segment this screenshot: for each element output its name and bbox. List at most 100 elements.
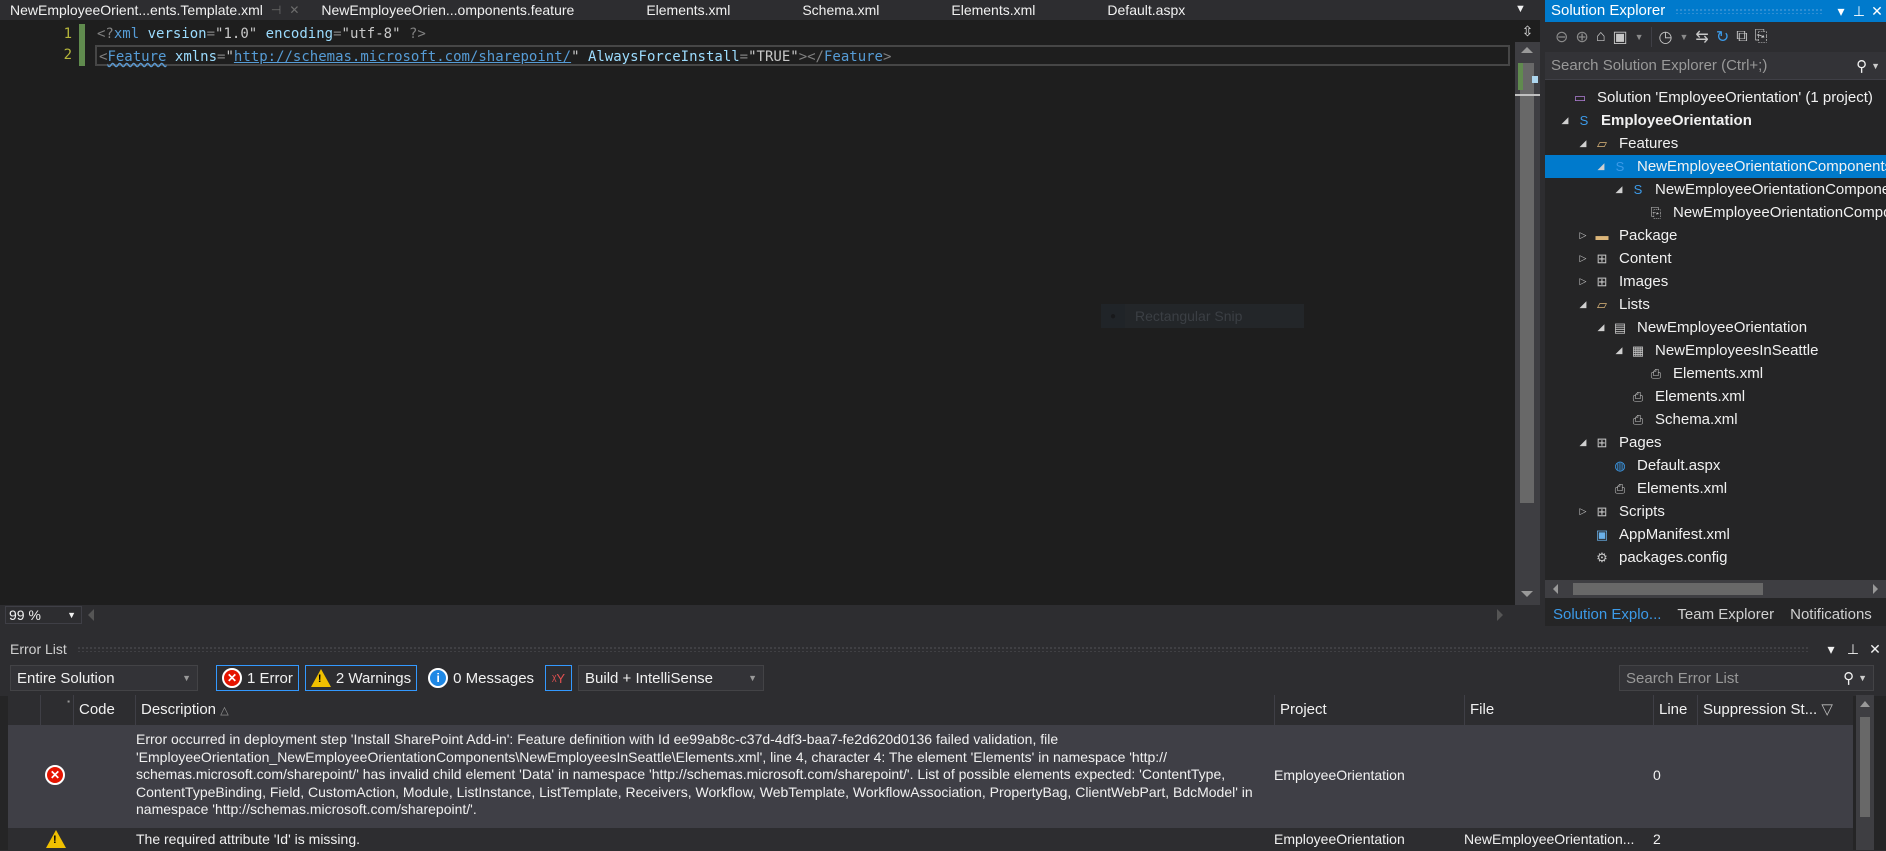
chevron-down-icon[interactable]: ▼ xyxy=(1635,32,1644,42)
tree-node[interactable]: ◢ S NewEmployeeOrientationComponents xyxy=(1545,155,1886,178)
tab-elements-xml[interactable]: Elements.xml xyxy=(636,0,740,20)
source-dropdown[interactable]: Build + IntelliSense ▼ xyxy=(578,665,765,691)
refresh-icon[interactable]: ↻ xyxy=(1716,27,1729,47)
tab-solution-explorer[interactable]: Solution Explo... xyxy=(1545,603,1670,626)
home-icon[interactable]: ⌂ xyxy=(1596,28,1606,46)
scroll-up-arrow-icon[interactable] xyxy=(1860,701,1870,707)
tab-elements-xml-2[interactable]: Elements.xml xyxy=(941,0,1045,20)
drag-grip[interactable] xyxy=(76,646,1810,652)
collapsed-arrow-icon[interactable]: ▷ xyxy=(1575,270,1591,293)
tab-feature[interactable]: NewEmployeeOrien...omponents.feature xyxy=(311,0,584,20)
collapsed-arrow-icon[interactable]: ▷ xyxy=(1575,224,1591,247)
chevron-down-icon[interactable]: ▼ xyxy=(1871,61,1880,71)
collapse-all-icon[interactable]: ⧉ xyxy=(1736,28,1747,46)
clear-filter-icon[interactable]: ᵡY xyxy=(545,665,573,691)
expanded-arrow-icon[interactable]: ◢ xyxy=(1575,132,1591,155)
error-list-search[interactable]: Search Error List ⚲ ▼ xyxy=(1619,665,1874,691)
solution-explorer-search[interactable]: Search Solution Explorer (Ctrl+;) ⚲ ▼ xyxy=(1545,52,1886,80)
tree-node[interactable]: ⎙ Schema.xml xyxy=(1545,408,1886,431)
column-severity[interactable]: ▪ xyxy=(40,695,73,725)
expanded-arrow-icon[interactable]: ◢ xyxy=(1611,178,1627,201)
pin-icon[interactable]: ⊣ xyxy=(271,0,281,20)
tree-node[interactable]: ◢ ▤ NewEmployeeOrientation xyxy=(1545,316,1886,339)
tree-node[interactable]: ▷ ⊞ Content xyxy=(1545,247,1886,270)
tree-node[interactable]: ◍ Default.aspx xyxy=(1545,454,1886,477)
chevron-down-icon[interactable]: ▼ xyxy=(1858,673,1867,683)
collapsed-arrow-icon[interactable]: ▷ xyxy=(1575,247,1591,270)
scroll-right-arrow-icon[interactable] xyxy=(1497,609,1503,621)
tree-node[interactable]: ▣ AppManifest.xml xyxy=(1545,523,1886,546)
tree-node[interactable]: ▷ ⊞ Images xyxy=(1545,270,1886,293)
tab-schema-xml[interactable]: Schema.xml xyxy=(792,0,889,20)
switch-views-icon[interactable]: ▣ xyxy=(1612,27,1627,47)
search-input[interactable]: Search Error List xyxy=(1626,670,1843,687)
expanded-arrow-icon[interactable]: ◢ xyxy=(1575,431,1591,454)
tree-node[interactable]: ⎘ NewEmployeeOrientationComponents.Templa… xyxy=(1545,201,1886,224)
tab-default-aspx[interactable]: Default.aspx xyxy=(1097,0,1195,20)
back-icon[interactable]: ⊖ xyxy=(1555,27,1568,47)
scrollbar-thumb[interactable] xyxy=(1860,717,1870,817)
tree-node[interactable]: ▷ ⊞ Scripts xyxy=(1545,500,1886,523)
code-line-2[interactable]: <Feature xmlns="http://schemas.microsoft… xyxy=(95,45,1510,66)
drag-grip[interactable] xyxy=(1675,8,1822,14)
messages-filter-toggle[interactable]: i0 Messages xyxy=(423,665,539,691)
column-suppression-state[interactable]: Suppression St... ▽ xyxy=(1697,695,1834,725)
pin-icon[interactable]: ⊥ xyxy=(1850,0,1868,22)
column-project[interactable]: Project xyxy=(1274,695,1464,725)
scrollbar-thumb[interactable] xyxy=(1520,63,1534,503)
tree-node[interactable]: ◢ ▦ NewEmployeesInSeattle xyxy=(1545,339,1886,362)
expanded-arrow-icon[interactable]: ◢ xyxy=(1557,109,1573,132)
pin-icon[interactable]: ⊥ xyxy=(1842,641,1864,658)
error-row[interactable]: ✕ Error occurred in deployment step 'Ins… xyxy=(8,725,1853,828)
window-position-dropdown-icon[interactable]: ▾ xyxy=(1832,0,1850,22)
tree-node[interactable]: ◢ S NewEmployeeOrientationComponents.featu… xyxy=(1545,178,1886,201)
errors-filter-toggle[interactable]: ✕ 1 Error xyxy=(216,665,299,691)
editor-vertical-scrollbar[interactable]: ⇳ xyxy=(1515,20,1540,605)
expanded-arrow-icon[interactable]: ◢ xyxy=(1593,155,1609,178)
code-line-1[interactable]: <?xml version="1.0" encoding="utf-8" ?> xyxy=(97,24,426,45)
tree-node[interactable]: ⎙ Elements.xml xyxy=(1545,385,1886,408)
column-description[interactable]: Description △ xyxy=(135,695,1278,725)
tab-notifications[interactable]: Notifications xyxy=(1782,603,1880,626)
close-icon[interactable]: ✕ xyxy=(1864,641,1886,658)
search-icon[interactable]: ⚲ xyxy=(1843,669,1854,687)
column-chooser-icon[interactable]: ▪ xyxy=(67,687,70,717)
expanded-arrow-icon[interactable]: ◢ xyxy=(1593,316,1609,339)
tree-node[interactable]: ▭ Solution 'EmployeeOrientation' (1 proje… xyxy=(1545,86,1886,109)
close-icon[interactable]: ✕ xyxy=(1868,0,1886,22)
window-position-dropdown-icon[interactable]: ▾ xyxy=(1820,641,1842,658)
search-input[interactable]: Search Solution Explorer (Ctrl+;) xyxy=(1551,57,1856,74)
tree-node[interactable]: ◢ ▱ Lists xyxy=(1545,293,1886,316)
show-all-files-icon[interactable]: ⎘ xyxy=(1755,28,1768,46)
tree-node[interactable]: ◢ ▱ Features xyxy=(1545,132,1886,155)
scroll-down-arrow-icon[interactable] xyxy=(1521,591,1533,597)
zoom-level-dropdown[interactable]: 99 % ▼ xyxy=(5,606,82,624)
scroll-left-arrow-icon[interactable] xyxy=(1553,584,1558,594)
tree-node[interactable]: ◢ ⊞ Pages xyxy=(1545,431,1886,454)
close-icon[interactable]: ✕ xyxy=(289,0,299,20)
sync-with-document-icon[interactable]: ⇆ xyxy=(1695,27,1708,47)
error-list-vertical-scrollbar[interactable] xyxy=(1856,695,1874,850)
tree-node[interactable]: ⎙ Elements.xml xyxy=(1545,362,1886,385)
column-file[interactable]: File xyxy=(1464,695,1654,725)
tab-template-xml[interactable]: NewEmployeeOrient...ents.Template.xml ⊣ … xyxy=(0,0,310,20)
warning-row[interactable]: ! The required attribute 'Id' is missing… xyxy=(8,828,1853,850)
tree-node[interactable]: ◢ S EmployeeOrientation xyxy=(1545,109,1886,132)
expanded-arrow-icon[interactable]: ◢ xyxy=(1611,339,1627,362)
filter-icon[interactable]: ▽ xyxy=(1821,701,1833,718)
column-code[interactable]: Code xyxy=(73,695,130,725)
pending-changes-filter-icon[interactable]: ◷ xyxy=(1659,27,1673,47)
tab-overflow-dropdown-icon[interactable]: ▼ xyxy=(1515,3,1526,15)
scroll-right-arrow-icon[interactable] xyxy=(1873,584,1878,594)
chevron-down-icon[interactable]: ▼ xyxy=(1680,32,1689,42)
expanded-arrow-icon[interactable]: ◢ xyxy=(1575,293,1591,316)
scrollbar-thumb[interactable] xyxy=(1573,583,1763,595)
collapsed-arrow-icon[interactable]: ▷ xyxy=(1575,500,1591,523)
tree-horizontal-scrollbar[interactable] xyxy=(1545,580,1886,598)
scope-dropdown[interactable]: Entire Solution ▼ xyxy=(10,665,198,691)
tree-node[interactable]: ▷ ▬ Package xyxy=(1545,224,1886,247)
search-icon[interactable]: ⚲ xyxy=(1856,57,1867,75)
scroll-left-arrow-icon[interactable] xyxy=(88,609,94,621)
split-window-icon[interactable]: ⇳ xyxy=(1515,20,1540,42)
forward-icon[interactable]: ⊕ xyxy=(1575,27,1588,47)
